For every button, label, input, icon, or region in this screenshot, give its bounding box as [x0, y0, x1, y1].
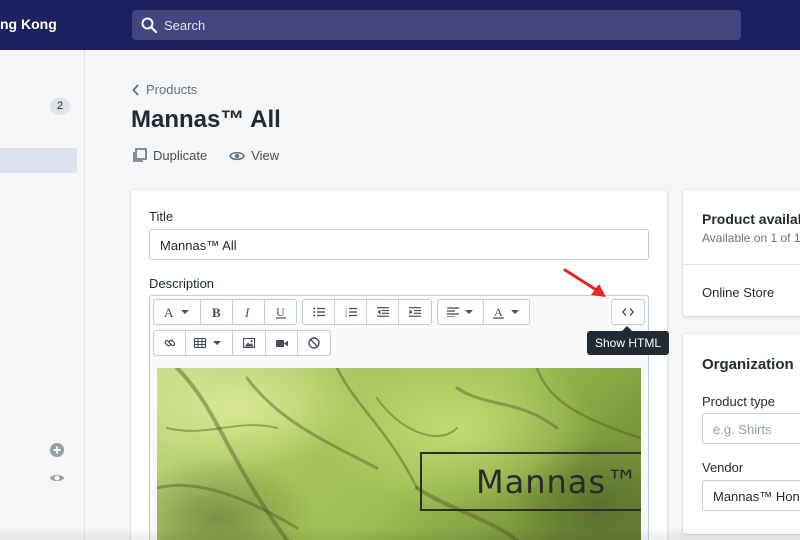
breadcrumb-products[interactable]: Products: [146, 82, 197, 97]
svg-text:I: I: [244, 306, 250, 318]
eye-icon: [229, 151, 246, 160]
eye-icon[interactable]: [49, 470, 65, 486]
numbered-list-icon: 123: [345, 307, 357, 317]
svg-text:A: A: [164, 306, 174, 318]
product-type-label: Product type: [702, 394, 775, 409]
brand-logo-frame: Mannas™ A: [420, 452, 641, 511]
svg-text:B: B: [212, 306, 221, 318]
bold-button[interactable]: B: [201, 300, 233, 324]
show-html-tooltip: Show HTML: [587, 326, 669, 355]
sidebar-item-products[interactable]: [0, 148, 77, 173]
product-type-input[interactable]: e.g. Shirts: [702, 413, 800, 444]
title-input[interactable]: Mannas™ All: [149, 229, 649, 260]
duplicate-label: Duplicate: [153, 148, 208, 163]
image-icon: [243, 338, 255, 348]
clear-formatting-icon: [308, 337, 320, 349]
description-label: Description: [149, 276, 215, 291]
toolbar-group-align: A: [437, 299, 530, 325]
link-icon: [164, 339, 175, 347]
bottom-fade: [0, 528, 800, 540]
add-circle-icon[interactable]: [49, 442, 65, 458]
brand-logo-text: Mannas™ A: [476, 463, 641, 501]
breadcrumb[interactable]: Products: [132, 82, 197, 97]
chevron-left-icon: [132, 83, 139, 96]
bullet-list-icon: [312, 307, 325, 317]
view-button[interactable]: View: [229, 148, 279, 163]
underline-button[interactable]: U: [265, 300, 296, 324]
duplicate-icon: [133, 148, 147, 162]
clear-formatting-button[interactable]: [298, 331, 330, 355]
indent-button[interactable]: [399, 300, 431, 324]
toolbar-group-html: [611, 299, 645, 325]
video-icon: [275, 339, 288, 347]
toolbar-group-insert: [153, 330, 331, 356]
bold-icon: B: [212, 306, 221, 318]
view-label: View: [251, 148, 280, 163]
table-icon: [194, 338, 221, 348]
annotation-arrow-icon: [563, 268, 606, 297]
toolbar-group-lists: 123: [302, 299, 432, 325]
vendor-label: Vendor: [702, 460, 744, 475]
insert-table-dropdown[interactable]: [186, 331, 233, 355]
top-bar: ng Kong Search: [0, 0, 800, 50]
insert-image-button[interactable]: [233, 331, 266, 355]
align-left-icon: [446, 307, 473, 317]
channel-online-store[interactable]: Online Store: [702, 285, 774, 300]
text-color-dropdown[interactable]: A: [484, 300, 529, 324]
organization-title: Organization: [702, 356, 794, 373]
orders-count-badge: 2: [50, 98, 70, 115]
availability-title: Product availab: [702, 211, 800, 227]
underline-icon: U: [275, 306, 286, 319]
italic-icon: I: [244, 306, 250, 318]
product-image[interactable]: Mannas™ A: [157, 368, 641, 540]
svg-text:3: 3: [345, 313, 348, 317]
outdent-button[interactable]: [367, 300, 399, 324]
show-html-button[interactable]: [612, 300, 644, 324]
vendor-input[interactable]: Mannas™ Hong: [702, 480, 800, 511]
code-icon: [622, 308, 634, 316]
insert-link-button[interactable]: [154, 331, 186, 355]
page-actions: Duplicate View: [132, 148, 279, 163]
svg-text:U: U: [276, 306, 285, 319]
bullet-list-button[interactable]: [303, 300, 335, 324]
sidebar: 2: [0, 50, 85, 540]
duplicate-button[interactable]: Duplicate: [132, 148, 207, 163]
alignment-dropdown[interactable]: [438, 300, 484, 324]
font-size-dropdown[interactable]: A: [154, 300, 201, 324]
insert-video-button[interactable]: [266, 331, 298, 355]
availability-subtitle: Available on 1 of 1: [702, 231, 800, 245]
italic-button[interactable]: I: [233, 300, 265, 324]
page-title: Mannas™ All: [131, 106, 281, 133]
divider: [683, 264, 800, 265]
outdent-icon: [376, 307, 389, 317]
search-bar[interactable]: Search: [132, 10, 741, 40]
store-name[interactable]: ng Kong: [0, 16, 57, 32]
numbered-list-button[interactable]: 123: [335, 300, 367, 324]
toolbar-group-text: A B I U: [153, 299, 297, 325]
title-label: Title: [149, 209, 174, 224]
indent-icon: [409, 307, 421, 317]
svg-text:A: A: [494, 306, 503, 319]
search-icon: [141, 17, 157, 33]
search-input[interactable]: Search: [164, 18, 205, 33]
font-size-icon: A: [164, 306, 189, 318]
text-color-icon: A: [492, 306, 519, 319]
